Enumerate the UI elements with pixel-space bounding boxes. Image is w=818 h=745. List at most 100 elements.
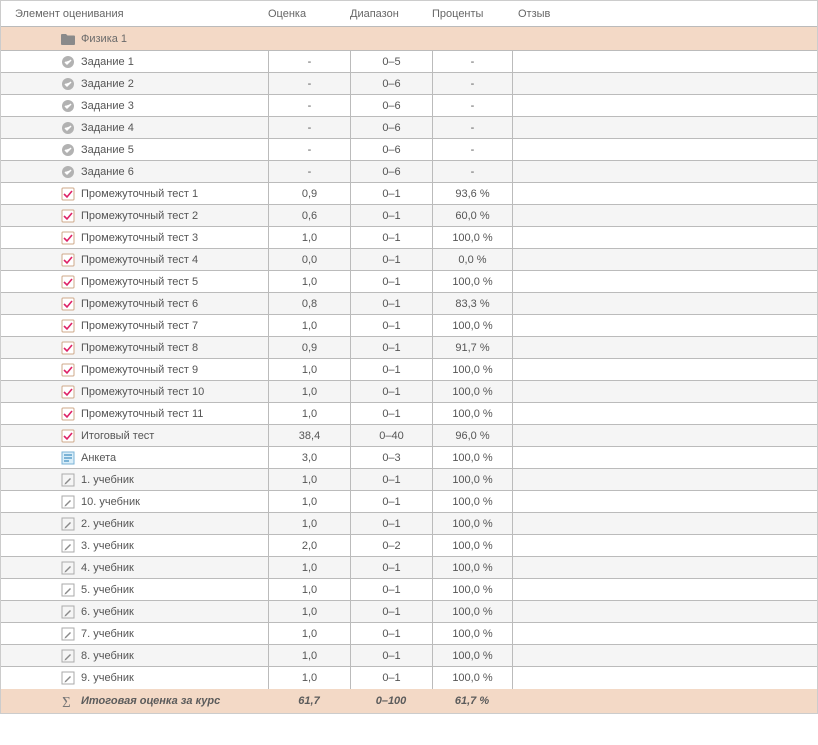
percent-cell: 93,6 % [432,183,512,204]
grade-item-link[interactable]: 2. учебник [81,518,134,530]
percent-cell: - [432,95,512,116]
range-cell: 0–40 [350,425,432,446]
grade-item-link[interactable]: Задание 1 [81,56,134,68]
check-icon [61,275,75,289]
grade-row: Промежуточный тест 51,00–1100,0 % [1,271,817,293]
grade-cell: 0,0 [268,249,350,270]
edit-icon [61,517,75,531]
grade-item-link[interactable]: Задание 2 [81,78,134,90]
feedback-cell [512,139,817,160]
grade-cell: - [268,139,350,160]
feedback-cell [512,337,817,358]
grade-item-link[interactable]: Промежуточный тест 11 [81,408,203,420]
range-cell: 0–1 [350,403,432,424]
total-grade: 61,7 [268,689,350,713]
grade-row: Итоговый тест38,40–4096,0 % [1,425,817,447]
grade-item-link[interactable]: Задание 5 [81,144,134,156]
feedback-cell [512,491,817,512]
check-icon [61,363,75,377]
grades-table: Элемент оценивания Оценка Диапазон Проце… [0,0,818,714]
feedback-cell [512,161,817,182]
grade-cell: 1,0 [268,601,350,622]
grade-item-link[interactable]: Промежуточный тест 5 [81,276,198,288]
grade-cell: - [268,51,350,72]
grade-cell: 2,0 [268,535,350,556]
grade-item-link[interactable]: 1. учебник [81,474,134,486]
circle-icon [61,77,75,91]
header-feedback: Отзыв [512,1,817,26]
grade-item-link[interactable]: Анкета [81,452,116,464]
grade-row: Промежуточный тест 80,90–191,7 % [1,337,817,359]
grade-item-link[interactable]: Промежуточный тест 6 [81,298,198,310]
header-percent: Проценты [432,1,512,26]
grade-cell: 1,0 [268,579,350,600]
grade-item-link[interactable]: 6. учебник [81,606,134,618]
grade-row: Задание 1-0–5- [1,51,817,73]
grade-item-link[interactable]: 9. учебник [81,672,134,684]
feedback-cell [512,227,817,248]
percent-cell: 100,0 % [432,557,512,578]
range-cell: 0–1 [350,579,432,600]
grade-cell: 1,0 [268,491,350,512]
grade-item-link[interactable]: Задание 3 [81,100,134,112]
check-icon [61,297,75,311]
range-cell: 0–1 [350,667,432,689]
grade-row: Промежуточный тест 101,00–1100,0 % [1,381,817,403]
grade-row: Промежуточный тест 111,00–1100,0 % [1,403,817,425]
grade-item-link[interactable]: Промежуточный тест 1 [81,188,198,200]
feedback-cell [512,579,817,600]
grade-item-link[interactable]: 3. учебник [81,540,134,552]
grade-cell: 1,0 [268,381,350,402]
percent-cell: 100,0 % [432,601,512,622]
grade-row: Промежуточный тест 60,80–183,3 % [1,293,817,315]
grade-item-link[interactable]: Промежуточный тест 10 [81,386,204,398]
grade-row: 9. учебник 1,00–1100,0 % [1,667,817,689]
grade-item-link[interactable]: 8. учебник [81,650,134,662]
grade-cell: 0,6 [268,205,350,226]
grade-row: Промежуточный тест 10,90–193,6 % [1,183,817,205]
grade-cell: 1,0 [268,623,350,644]
range-cell: 0–1 [350,469,432,490]
feedback-cell [512,271,817,292]
range-cell: 0–1 [350,183,432,204]
header-item: Элемент оценивания [15,1,268,26]
grade-item-link[interactable]: 10. учебник [81,496,140,508]
feedback-cell [512,403,817,424]
grade-item-link[interactable]: 5. учебник [81,584,134,596]
grade-cell: 1,0 [268,271,350,292]
grade-row: 6. учебник1,00–1100,0 % [1,601,817,623]
grade-item-link[interactable]: 7. учебник [81,628,134,640]
folder-icon [61,32,75,46]
grade-item-link[interactable]: Промежуточный тест 3 [81,232,198,244]
percent-cell: 100,0 % [432,315,512,336]
grade-item-link[interactable]: Задание 6 [81,166,134,178]
grade-item-link[interactable]: Промежуточный тест 4 [81,254,198,266]
range-cell: 0–6 [350,73,432,94]
total-row: ∑ Итоговая оценка за курс 61,7 0–100 61,… [1,689,817,713]
grade-item-link[interactable]: Итоговый тест [81,430,154,442]
grade-row: Задание 3-0–6- [1,95,817,117]
grade-item-link[interactable]: Промежуточный тест 9 [81,364,198,376]
total-feedback [512,689,817,713]
grade-item-link[interactable]: Промежуточный тест 7 [81,320,198,332]
percent-cell: 0,0 % [432,249,512,270]
feedback-cell [512,51,817,72]
percent-cell: 100,0 % [432,535,512,556]
grade-item-link[interactable]: Промежуточный тест 2 [81,210,198,222]
feedback-cell [512,205,817,226]
feedback-cell [512,381,817,402]
grade-cell: 1,0 [268,667,350,689]
feedback-cell [512,447,817,468]
percent-cell: 100,0 % [432,227,512,248]
grade-cell: 1,0 [268,513,350,534]
grade-item-link[interactable]: Промежуточный тест 8 [81,342,198,354]
edit-icon [61,473,75,487]
grade-item-link[interactable]: Задание 4 [81,122,134,134]
feedback-cell [512,513,817,534]
grade-row: 5. учебник1,00–1100,0 % [1,579,817,601]
grade-row: Задание 6-0–6- [1,161,817,183]
percent-cell: 100,0 % [432,667,512,689]
circle-icon [61,143,75,157]
percent-cell: 100,0 % [432,403,512,424]
grade-item-link[interactable]: 4. учебник [81,562,134,574]
